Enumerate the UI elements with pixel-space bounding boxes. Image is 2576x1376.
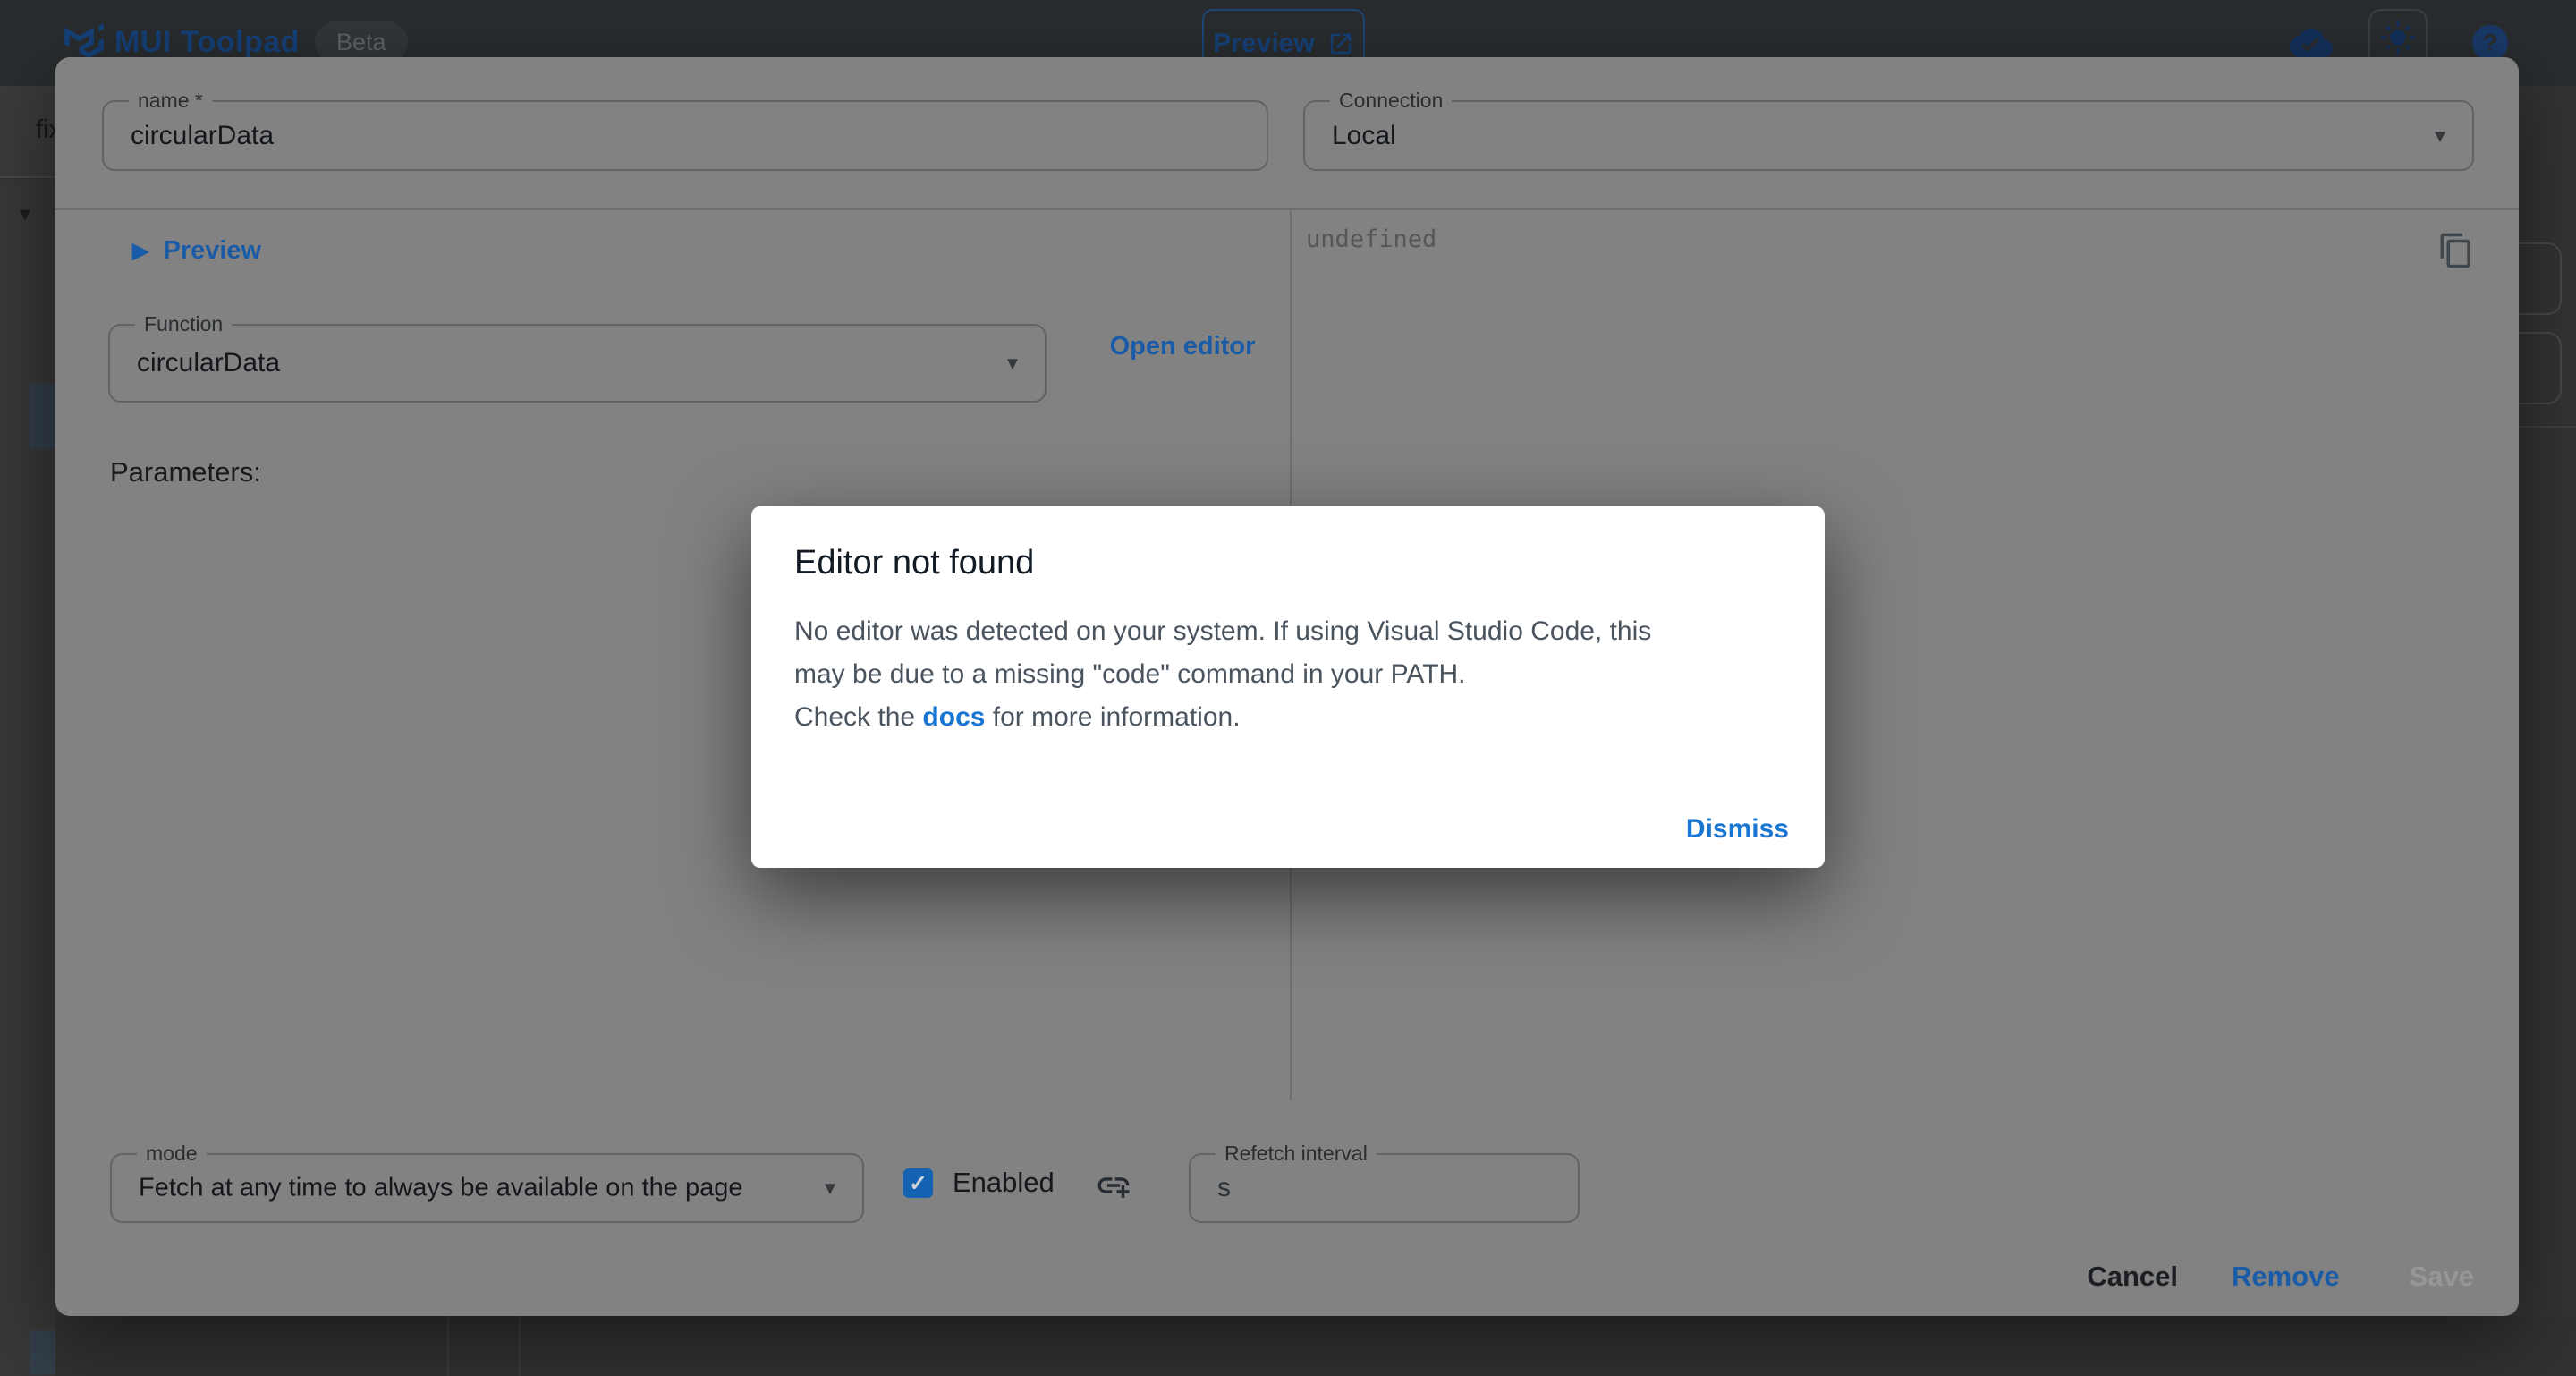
background-grid-line bbox=[519, 1316, 521, 1376]
modal-body-line3-prefix: Check the bbox=[794, 702, 922, 732]
open-in-new-icon bbox=[1327, 30, 1354, 57]
mode-select[interactable]: mode Fetch at any time to always be avai… bbox=[110, 1153, 864, 1223]
modal-body-line1: No editor was detected on your system. I… bbox=[794, 610, 1651, 653]
connection-select[interactable]: Connection Local ▾ bbox=[1303, 100, 2474, 171]
copy-icon bbox=[2437, 232, 2475, 269]
background-grid-line bbox=[447, 1316, 449, 1376]
function-select-value: circularData bbox=[137, 348, 280, 378]
preview-app-button-label: Preview bbox=[1213, 29, 1314, 59]
editor-not-found-modal: Editor not found No editor was detected … bbox=[751, 506, 1825, 868]
parameters-label: Parameters: bbox=[110, 456, 261, 488]
light-mode-sun-icon bbox=[2379, 19, 2417, 56]
dialog-actions: Cancel Remove Save bbox=[2087, 1261, 2474, 1293]
modal-body-line3: Check the docs for more information. bbox=[794, 696, 1651, 739]
bind-property-button[interactable] bbox=[1093, 1165, 1134, 1206]
mui-logo-icon bbox=[64, 23, 104, 59]
remove-button[interactable]: Remove bbox=[2232, 1261, 2340, 1293]
background-tab-label: fix bbox=[36, 115, 55, 145]
background-caret-icon: ▾ bbox=[20, 201, 30, 227]
name-input-label: name * bbox=[129, 89, 212, 112]
cancel-button[interactable]: Cancel bbox=[2087, 1261, 2178, 1293]
background-canvas-bottom bbox=[55, 1316, 2576, 1376]
question-mark-icon: ? bbox=[2483, 30, 2498, 57]
accordion-arrow-icon: ▶ bbox=[132, 238, 148, 264]
background-tab-strip: fix bbox=[0, 86, 55, 178]
background-selected-item bbox=[30, 1330, 55, 1375]
name-input-value: circularData bbox=[131, 121, 274, 151]
preview-accordion-toggle[interactable]: ▶ Preview bbox=[132, 236, 261, 266]
modal-title: Editor not found bbox=[794, 544, 1034, 582]
refetch-interval-label: Refetch interval bbox=[1216, 1142, 1377, 1165]
mode-select-label: mode bbox=[137, 1142, 207, 1165]
function-select-label: Function bbox=[135, 312, 232, 336]
chevron-down-icon: ▾ bbox=[825, 1176, 835, 1202]
header-divider bbox=[55, 208, 2519, 210]
refetch-interval-input[interactable]: Refetch interval s bbox=[1189, 1153, 1580, 1223]
chevron-down-icon: ▾ bbox=[1007, 351, 1018, 377]
check-icon: ✓ bbox=[909, 1170, 928, 1197]
save-button[interactable]: Save bbox=[2410, 1261, 2474, 1293]
background-selected-item bbox=[30, 385, 55, 449]
add-link-icon bbox=[1095, 1167, 1132, 1204]
query-result-preview: undefined bbox=[1306, 225, 1436, 253]
dismiss-button[interactable]: Dismiss bbox=[1686, 814, 1789, 845]
background-divider bbox=[2519, 426, 2576, 428]
preview-accordion-label: Preview bbox=[163, 236, 261, 266]
connection-select-value: Local bbox=[1332, 121, 1396, 151]
copy-result-button[interactable] bbox=[2435, 229, 2478, 272]
help-button[interactable]: ? bbox=[2472, 25, 2508, 61]
mode-select-value: Fetch at any time to always be available… bbox=[139, 1174, 742, 1203]
open-editor-button[interactable]: Open editor bbox=[1107, 326, 1258, 368]
name-input[interactable]: name * circularData bbox=[102, 100, 1268, 171]
enabled-checkbox[interactable]: ✓ bbox=[903, 1168, 933, 1198]
chevron-down-icon: ▾ bbox=[2435, 123, 2445, 149]
connection-select-label: Connection bbox=[1330, 89, 1452, 112]
modal-body-line3-suffix: for more information. bbox=[985, 702, 1240, 732]
refetch-interval-value: s bbox=[1217, 1173, 1231, 1203]
app-title: MUI Toolpad bbox=[114, 25, 300, 60]
modal-body: No editor was detected on your system. I… bbox=[794, 610, 1651, 739]
docs-link[interactable]: docs bbox=[922, 702, 985, 732]
modal-body-line2: may be due to a missing "code" command i… bbox=[794, 653, 1651, 696]
enabled-checkbox-label: Enabled bbox=[953, 1167, 1055, 1199]
background-canvas-left: ▾ bbox=[0, 180, 55, 1376]
function-select[interactable]: Function circularData ▾ bbox=[108, 324, 1046, 403]
